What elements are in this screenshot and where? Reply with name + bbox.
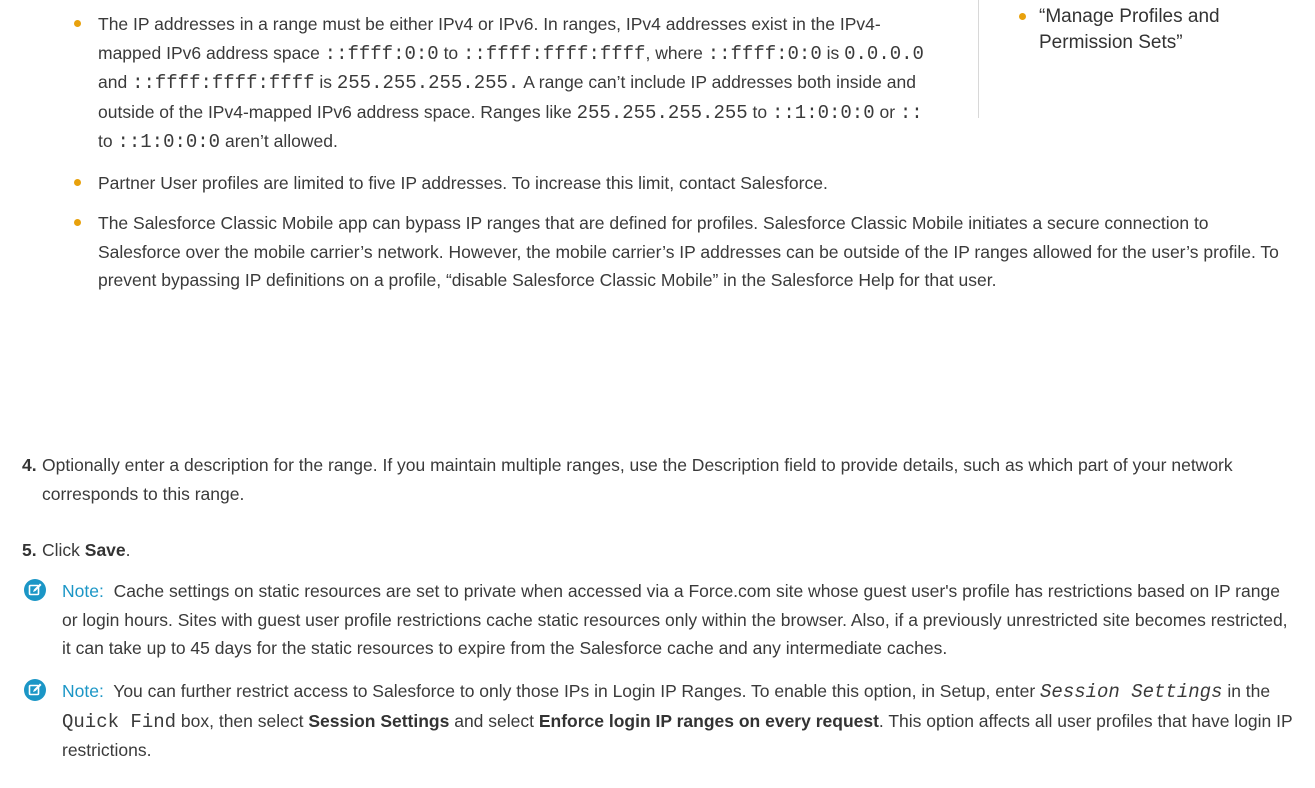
save-ui-label: Save bbox=[84, 540, 126, 560]
step-text: Optionally enter a description for the r… bbox=[42, 455, 1233, 504]
note-label: Note: bbox=[62, 681, 104, 701]
step-text: Click Save. bbox=[42, 540, 131, 560]
step-4: 4. Optionally enter a description for th… bbox=[22, 451, 1292, 508]
note-body: Note: Cache settings on static resources… bbox=[62, 581, 1288, 658]
list-item: The IP addresses in a range must be eith… bbox=[64, 10, 1289, 157]
note-login-ip-ranges: Note: You can further restrict access to… bbox=[24, 677, 1294, 765]
list-item: Partner User profiles are limited to fiv… bbox=[64, 169, 1289, 198]
list-item: The Salesforce Classic Mobile app can by… bbox=[64, 209, 1289, 295]
ip-range-rules-list: The IP addresses in a range must be eith… bbox=[64, 10, 1289, 307]
note-label: Note: bbox=[62, 581, 104, 601]
note-edit-icon bbox=[24, 679, 46, 701]
step-number: 4. bbox=[22, 455, 37, 475]
note-edit-icon bbox=[24, 579, 46, 601]
note-cache-settings: Note: Cache settings on static resources… bbox=[24, 577, 1294, 663]
step-number: 5. bbox=[22, 540, 37, 560]
note-body: Note: You can further restrict access to… bbox=[62, 681, 1293, 760]
step-5: 5. Click Save. bbox=[22, 536, 1292, 565]
